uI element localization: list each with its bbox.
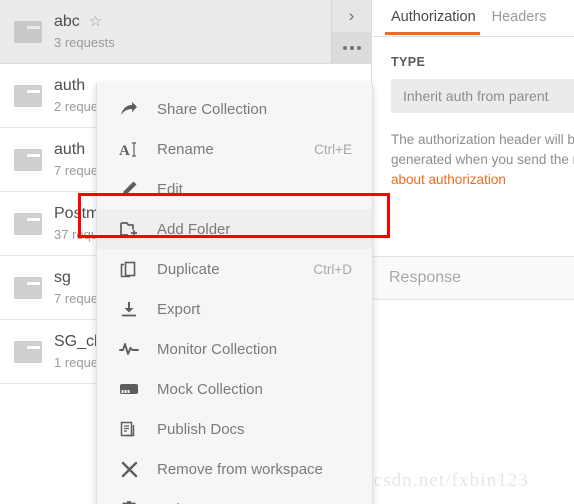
menu-item-delete[interactable]: Delete Del — [97, 489, 372, 504]
collection-row-abc[interactable]: abc ☆ 3 requests › — [0, 0, 371, 64]
ellipsis-icon[interactable] — [331, 32, 371, 64]
menu-label: Delete — [157, 501, 200, 504]
menu-label: Duplicate — [157, 260, 220, 278]
collection-text: abc ☆ 3 requests — [54, 12, 115, 52]
menu-label: Export — [157, 300, 201, 318]
menu-label: Remove from workspace — [157, 460, 323, 478]
menu-item-export[interactable]: Export — [97, 289, 372, 329]
duplicate-icon — [117, 259, 141, 279]
svg-text:A: A — [119, 143, 130, 158]
menu-label: Edit — [157, 180, 183, 198]
download-icon — [117, 299, 141, 319]
pulse-icon — [117, 339, 141, 359]
menu-item-remove-from-workspace[interactable]: Remove from workspace — [97, 449, 372, 489]
folder-icon — [14, 277, 42, 299]
auth-type-select[interactable]: Inherit auth from parent — [391, 79, 574, 113]
star-outline-icon[interactable]: ☆ — [89, 13, 102, 30]
menu-item-rename[interactable]: A Rename Ctrl+E — [97, 129, 372, 169]
menu-item-mock-collection[interactable]: Mock Collection — [97, 369, 372, 409]
folder-icon — [14, 149, 42, 171]
close-x-icon — [117, 459, 141, 479]
auth-desc-line-2: generated when you send the request. Lea… — [391, 152, 574, 167]
menu-label: Add Folder — [157, 220, 231, 238]
menu-item-edit[interactable]: Edit — [97, 169, 372, 209]
collection-name: auth — [54, 76, 86, 94]
menu-label: Rename — [157, 140, 214, 158]
pencil-icon — [117, 179, 141, 199]
folder-icon — [14, 341, 42, 363]
about-authorization-link[interactable]: about authorization — [391, 172, 506, 187]
folder-icon — [14, 21, 42, 43]
type-label: TYPE — [391, 55, 426, 69]
collection-name: auth — [54, 140, 86, 158]
menu-label: Monitor Collection — [157, 340, 278, 358]
menu-item-share-collection[interactable]: Share Collection — [97, 89, 372, 129]
tab-headers[interactable]: Headers — [486, 0, 557, 34]
auth-desc-line-1: The authorization header will be automat… — [391, 132, 574, 147]
menu-label: Share Collection — [157, 100, 268, 118]
response-section-header: Response — [373, 256, 574, 300]
menu-shortcut: Ctrl+D — [313, 261, 352, 277]
collection-context-menu: Share Collection A Rename Ctrl+E Edit Ad… — [96, 83, 373, 504]
request-detail-panel: Authorization Headers TYPE Inherit auth … — [373, 0, 574, 504]
add-folder-icon — [117, 219, 141, 239]
collection-name: abc — [54, 12, 80, 30]
server-icon — [117, 379, 141, 399]
folder-icon — [14, 85, 42, 107]
postman-window: abc ☆ 3 requests › auth 2 requests auth … — [0, 0, 574, 504]
text-cursor-icon: A — [117, 139, 141, 159]
menu-item-add-folder[interactable]: Add Folder — [97, 209, 372, 249]
authorization-description: The authorization header will be automat… — [391, 130, 574, 190]
menu-item-publish-docs[interactable]: Publish Docs — [97, 409, 372, 449]
authorization-body: TYPE Inherit auth from parent The author… — [373, 37, 574, 190]
menu-item-duplicate[interactable]: Duplicate Ctrl+D — [97, 249, 372, 289]
menu-label: Publish Docs — [157, 420, 245, 438]
detail-tabbar: Authorization Headers — [373, 0, 574, 37]
folder-icon — [14, 213, 42, 235]
menu-label: Mock Collection — [157, 380, 263, 398]
menu-item-monitor-collection[interactable]: Monitor Collection — [97, 329, 372, 369]
trash-icon — [117, 499, 141, 504]
document-icon — [117, 419, 141, 439]
collection-name: sg — [54, 268, 71, 286]
collection-row-actions: › — [331, 0, 371, 64]
chevron-right-icon[interactable]: › — [331, 0, 371, 32]
tab-authorization[interactable]: Authorization — [385, 0, 486, 35]
share-arrow-icon — [117, 99, 141, 119]
menu-shortcut: Ctrl+E — [314, 141, 352, 157]
collection-request-count: 3 requests — [54, 34, 115, 50]
